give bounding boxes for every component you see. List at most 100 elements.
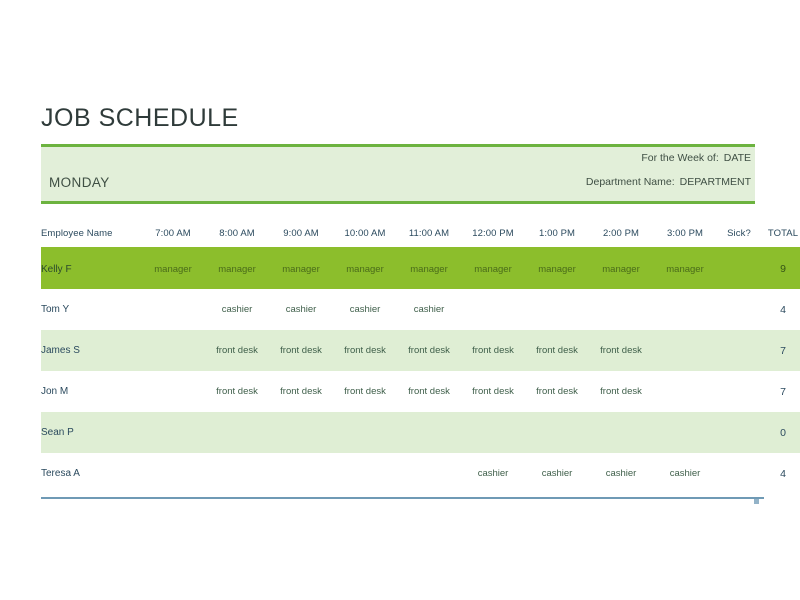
shift-cell[interactable]: cashier (397, 289, 461, 330)
table-row[interactable]: James Sfront desk front desk front desk fro… (41, 330, 800, 371)
shift-cell[interactable]: front desk (397, 330, 461, 371)
shift-cell[interactable] (461, 412, 525, 453)
shift-cell[interactable] (397, 412, 461, 453)
employee-name-cell[interactable]: Tom Y (41, 289, 141, 330)
shift-cell[interactable] (525, 289, 589, 330)
shift-cell[interactable] (653, 371, 717, 412)
shift-cell[interactable]: manager (589, 248, 653, 289)
resize-handle-icon[interactable] (754, 499, 759, 504)
sick-cell[interactable] (717, 289, 761, 330)
shift-cell[interactable] (141, 330, 205, 371)
schedule-banner: MONDAY For the Week of: DATE Department N… (41, 144, 755, 204)
employee-name-cell[interactable]: Sean P (41, 412, 141, 453)
shift-cell[interactable] (205, 412, 269, 453)
shift-cell[interactable] (397, 453, 461, 494)
column-header-slot-3[interactable]: 9:00 AM (269, 220, 333, 249)
table-row[interactable]: Sean P 0 (41, 412, 800, 453)
shift-cell[interactable]: front desk (525, 371, 589, 412)
column-header-slot-5[interactable]: 11:00 AM (397, 220, 461, 249)
shift-cell[interactable]: cashier (333, 289, 397, 330)
column-header-employee-name[interactable]: Employee Name (41, 220, 141, 249)
shift-cell[interactable]: cashier (461, 453, 525, 494)
shift-cell[interactable]: front desk (269, 330, 333, 371)
total-cell: 4 (780, 467, 786, 480)
shift-cell[interactable]: front desk (333, 371, 397, 412)
shift-cell[interactable]: manager (397, 248, 461, 289)
shift-cell[interactable]: front desk (269, 371, 333, 412)
shift-cell[interactable]: cashier (653, 453, 717, 494)
shift-cell[interactable]: front desk (205, 330, 269, 371)
schedule-meta: For the Week of: DATE Department Name: DEP… (331, 152, 751, 200)
column-header-slot-8[interactable]: 2:00 PM (589, 220, 653, 249)
shift-cell[interactable] (205, 453, 269, 494)
shift-cell[interactable]: cashier (589, 453, 653, 494)
sick-cell[interactable] (717, 330, 761, 371)
shift-cell[interactable] (333, 453, 397, 494)
week-of-label: For the Week of: (641, 152, 719, 164)
column-header-sick[interactable]: Sick? (717, 220, 761, 249)
column-header-slot-6[interactable]: 12:00 PM (461, 220, 525, 249)
column-header-slot-9[interactable]: 3:00 PM (653, 220, 717, 249)
job-schedule-page: JOB SCHEDULE MONDAY For the Week of: DATE… (0, 0, 800, 600)
employee-name-cell[interactable]: Kelly F (41, 248, 141, 289)
column-header-total[interactable]: TOTAL (761, 220, 800, 249)
shift-cell[interactable] (141, 371, 205, 412)
column-header-slot-1[interactable]: 7:00 AM (141, 220, 205, 249)
sick-cell[interactable] (717, 371, 761, 412)
total-cell: 9 (780, 263, 786, 275)
employee-name-cell[interactable]: Jon M (41, 371, 141, 412)
schedule-table: Employee Name 7:00 AM 8:00 AM 9:00 AM 10:00 … (41, 220, 800, 494)
day-label: MONDAY (49, 175, 110, 190)
shift-cell[interactable]: front desk (461, 371, 525, 412)
shift-cell[interactable] (653, 289, 717, 330)
sick-cell[interactable] (717, 453, 761, 494)
department-value[interactable]: DEPARTMENT (680, 176, 751, 188)
shift-cell[interactable]: manager (269, 248, 333, 289)
employee-name-cell[interactable]: Teresa A (41, 453, 141, 494)
shift-cell[interactable] (269, 453, 333, 494)
shift-cell[interactable] (269, 412, 333, 453)
shift-cell[interactable]: cashier (525, 453, 589, 494)
total-cell: 7 (780, 344, 786, 357)
sick-cell[interactable] (717, 412, 761, 453)
shift-cell[interactable]: manager (141, 248, 205, 289)
shift-cell[interactable] (653, 330, 717, 371)
column-header-slot-2[interactable]: 8:00 AM (205, 220, 269, 249)
shift-cell[interactable]: front desk (589, 330, 653, 371)
column-header-slot-7[interactable]: 1:00 PM (525, 220, 589, 249)
shift-cell[interactable]: front desk (397, 371, 461, 412)
table-row[interactable]: Teresa Acashier cashier cashier cashier 4 (41, 453, 800, 494)
table-header-row: Employee Name 7:00 AM 8:00 AM 9:00 AM 10:00 … (41, 220, 800, 249)
shift-cell[interactable]: front desk (525, 330, 589, 371)
shift-cell[interactable] (461, 289, 525, 330)
week-of-value[interactable]: DATE (724, 152, 751, 164)
column-header-slot-4[interactable]: 10:00 AM (333, 220, 397, 249)
table-row[interactable]: Tom Ycashier cashier cashier cashier 4 (41, 289, 800, 330)
shift-cell[interactable]: manager (333, 248, 397, 289)
shift-cell[interactable]: manager (461, 248, 525, 289)
shift-cell[interactable] (141, 412, 205, 453)
shift-cell[interactable]: cashier (205, 289, 269, 330)
shift-cell[interactable]: front desk (205, 371, 269, 412)
shift-cell[interactable] (141, 289, 205, 330)
table-row[interactable]: Jon Mfront desk front desk front desk front… (41, 371, 800, 412)
table-body: Kelly Fmanager manager manager manager manag… (41, 248, 800, 494)
shift-cell[interactable]: front desk (589, 371, 653, 412)
shift-cell[interactable]: manager (525, 248, 589, 289)
sick-cell[interactable] (717, 248, 761, 289)
shift-cell[interactable] (141, 453, 205, 494)
shift-cell[interactable] (525, 412, 589, 453)
shift-cell[interactable]: front desk (333, 330, 397, 371)
total-cell: 0 (780, 426, 786, 439)
shift-cell[interactable] (589, 412, 653, 453)
page-title: JOB SCHEDULE (41, 104, 239, 132)
shift-cell[interactable] (653, 412, 717, 453)
table-row[interactable]: Kelly Fmanager manager manager manager manag… (41, 248, 800, 289)
shift-cell[interactable] (589, 289, 653, 330)
shift-cell[interactable]: front desk (461, 330, 525, 371)
shift-cell[interactable] (333, 412, 397, 453)
shift-cell[interactable]: manager (653, 248, 717, 289)
shift-cell[interactable]: manager (205, 248, 269, 289)
shift-cell[interactable]: cashier (269, 289, 333, 330)
employee-name-cell[interactable]: James S (41, 330, 141, 371)
